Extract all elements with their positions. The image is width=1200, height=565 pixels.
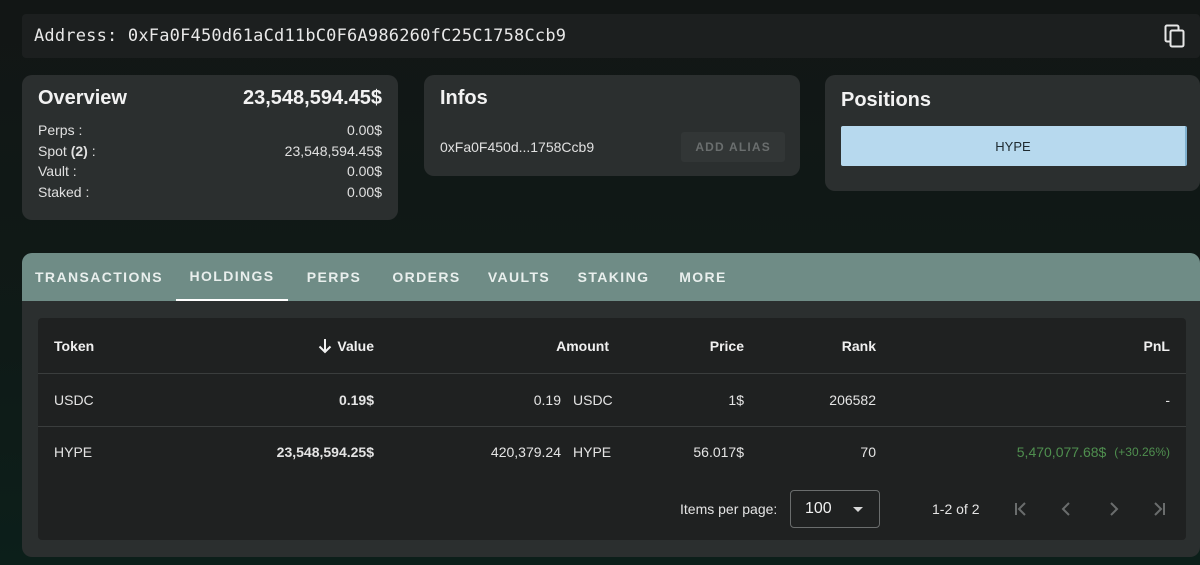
cell-rank: 206582 (829, 391, 876, 408)
overview-row-spot: Spot (2) : 23,548,594.45$ (38, 143, 382, 164)
overview-row-staked: Staked : 0.00$ (38, 184, 382, 205)
table-header-row: Token Value Amount Price Rank PnL (38, 318, 1186, 374)
first-page-icon[interactable] (1009, 497, 1033, 521)
next-page-icon[interactable] (1101, 497, 1125, 521)
spot-count: (2) (70, 142, 88, 159)
overview-row-label: Perps : (38, 122, 83, 138)
tab-orders[interactable]: ORDERS (380, 253, 473, 301)
cell-value: 0.19$ (338, 391, 374, 408)
overview-row-label: Spot (2) : (38, 142, 96, 159)
overview-row-vault: Vault : 0.00$ (38, 163, 382, 184)
pnl-value: 5,470,077.68$ (1016, 444, 1107, 460)
tab-more[interactable]: MORE (662, 253, 744, 301)
tab-transactions[interactable]: TRANSACTIONS (22, 253, 176, 301)
items-per-page-value: 100 (805, 500, 832, 517)
overview-row-perps: Perps : 0.00$ (38, 122, 382, 143)
address-value: 0xFa0F450d61aCd11bC0F6A986260fC25C1758Cc… (127, 26, 567, 46)
cell-amount: 420,379.24 (490, 444, 561, 460)
tab-holdings[interactable]: HOLDINGS (176, 253, 288, 301)
overview-title: Overview (38, 87, 127, 109)
page-range: 1-2 of 2 (932, 501, 980, 517)
position-bar-hype[interactable]: HYPE (841, 126, 1187, 166)
overview-row-label: Vault : (38, 163, 77, 179)
table-row[interactable]: USDC 0.19$ 0.19 USDC 1$ 206582 - (38, 373, 1186, 427)
header-value[interactable]: Value (268, 318, 374, 373)
tab-bar: TRANSACTIONS HOLDINGS PERPS ORDERS VAULT… (22, 253, 1200, 301)
cell-price: 1$ (728, 391, 744, 408)
header-amount[interactable]: Amount (509, 318, 609, 373)
pagination: Items per page: 100 1-2 of 2 (38, 478, 1186, 540)
add-alias-button[interactable]: ADD ALIAS (681, 132, 785, 162)
address-bar: Address: 0xFa0F450d61aCd11bC0F6A986260fC… (22, 14, 1200, 58)
cell-token: USDC (54, 391, 94, 408)
cell-rank: 70 (860, 444, 876, 460)
cell-pnl: 5,470,077.68$ (+30.26%) (920, 426, 1170, 478)
caret-down-icon (853, 507, 863, 512)
cell-price: 56.017$ (693, 444, 744, 460)
tab-perps[interactable]: PERPS (288, 253, 380, 301)
positions-card: Positions HYPE (825, 75, 1200, 191)
infos-title: Infos (440, 87, 488, 109)
infos-card: Infos 0xFa0F450d...1758Ccb9 ADD ALIAS (424, 75, 800, 176)
cell-token: HYPE (54, 444, 93, 460)
header-pnl[interactable]: PnL (1070, 318, 1170, 373)
pnl-percent: (+30.26%) (1114, 445, 1170, 459)
cell-amount-unit: USDC (573, 391, 613, 408)
address-label: Address: 0xFa0F450d61aCd11bC0F6A986260fC… (34, 26, 567, 46)
cell-pnl: - (1165, 391, 1170, 408)
header-rank[interactable]: Rank (776, 318, 876, 373)
overview-row-value: 23,548,594.45$ (284, 142, 382, 159)
cell-amount: 0.19 (533, 391, 561, 408)
arrow-down-icon (318, 338, 332, 354)
cell-value: 23,548,594.25$ (276, 444, 374, 460)
overview-row-value: 0.00$ (346, 122, 382, 138)
overview-total: 23,548,594.45$ (242, 87, 382, 109)
overview-card: Overview 23,548,594.45$ Perps : 0.00$ Sp… (22, 75, 398, 220)
tab-staking[interactable]: STAKING (565, 253, 662, 301)
header-token[interactable]: Token (54, 318, 94, 373)
overview-row-label: Staked : (38, 183, 90, 200)
tab-vaults[interactable]: VAULTS (473, 253, 565, 301)
items-per-page-label: Items per page: (680, 501, 778, 517)
overview-row-value: 0.00$ (346, 163, 382, 179)
holdings-table: Token Value Amount Price Rank PnL USDC 0… (38, 318, 1186, 540)
last-page-icon[interactable] (1147, 497, 1171, 521)
copy-icon[interactable] (1164, 24, 1186, 48)
cell-amount-unit: HYPE (573, 444, 612, 460)
items-per-page-select[interactable]: 100 (790, 490, 880, 528)
tabs-panel: TRANSACTIONS HOLDINGS PERPS ORDERS VAULT… (22, 253, 1200, 557)
positions-title: Positions (841, 89, 932, 111)
overview-row-value: 0.00$ (346, 183, 382, 200)
infos-short-address: 0xFa0F450d...1758Ccb9 (440, 139, 595, 155)
table-row[interactable]: HYPE 23,548,594.25$ 420,379.24 HYPE 56.0… (38, 426, 1186, 478)
header-price[interactable]: Price (644, 318, 744, 373)
prev-page-icon[interactable] (1055, 497, 1079, 521)
